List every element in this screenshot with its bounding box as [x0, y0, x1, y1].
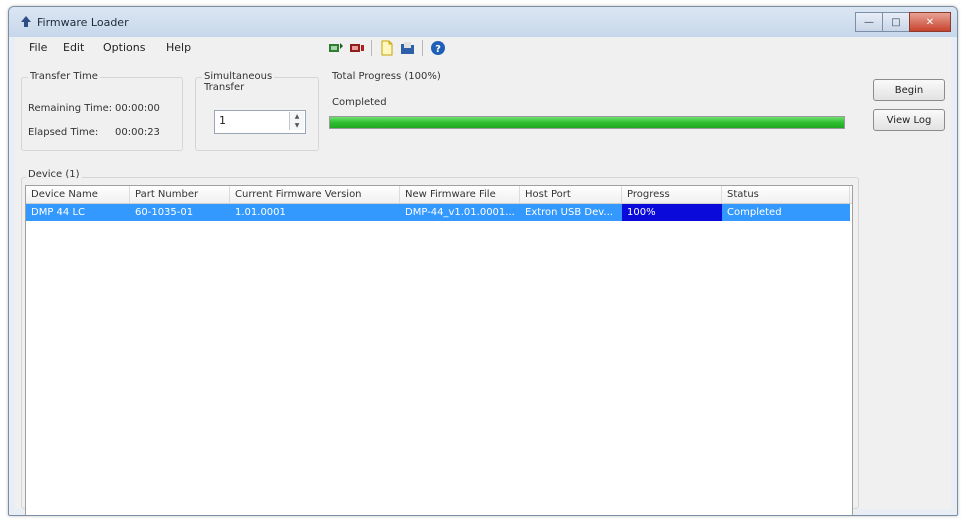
- client-area: File Edit Options Help ? Transfer Time R…: [15, 37, 951, 515]
- remaining-time-value: 00:00:00: [115, 103, 160, 114]
- menu-help[interactable]: Help: [166, 41, 191, 54]
- simultaneous-transfer-title: Simultaneous Transfer: [202, 71, 275, 93]
- toolbar: ?: [327, 38, 446, 58]
- help-icon[interactable]: ?: [429, 40, 446, 57]
- table-row[interactable]: DMP 44 LC 60-1035-01 1.01.0001 DMP-44_v1…: [26, 204, 850, 221]
- maximize-button[interactable]: □: [882, 12, 910, 32]
- view-log-button[interactable]: View Log: [873, 109, 945, 131]
- new-file-icon[interactable]: [378, 40, 395, 57]
- cell-new-file: DMP-44_v1.01.0001...: [405, 207, 515, 218]
- firmware-loader-window: Firmware Loader — □ ✕ File Edit Options …: [8, 6, 958, 516]
- svg-text:?: ?: [435, 44, 441, 55]
- cell-current-version: 1.01.0001: [235, 207, 286, 218]
- menu-edit[interactable]: Edit: [63, 41, 84, 54]
- elapsed-time-label: Elapsed Time:: [28, 127, 99, 138]
- stepper-up-icon[interactable]: ▲: [290, 112, 304, 121]
- simultaneous-transfer-value[interactable]: 1: [219, 114, 226, 127]
- toolbar-separator: [371, 40, 372, 56]
- column-header-device-name[interactable]: Device Name: [26, 186, 130, 203]
- device-list[interactable]: Device Name Part Number Current Firmware…: [25, 185, 853, 515]
- stepper-down-icon[interactable]: ▼: [290, 121, 304, 130]
- cell-progress: 100%: [622, 204, 722, 221]
- close-button[interactable]: ✕: [909, 12, 951, 32]
- open-folder-icon[interactable]: [399, 40, 416, 57]
- cell-device-name: DMP 44 LC: [31, 207, 85, 218]
- simultaneous-title-line2: Transfer: [204, 82, 245, 93]
- column-header-progress[interactable]: Progress: [622, 186, 722, 203]
- minimize-icon: —: [864, 16, 874, 28]
- total-progress-fill: [330, 117, 844, 128]
- connect-device-icon[interactable]: [327, 40, 344, 57]
- toolbar-separator: [422, 40, 423, 56]
- simultaneous-transfer-group: Simultaneous Transfer 1 ▲ ▼: [195, 71, 319, 151]
- remaining-time-label: Remaining Time:: [28, 103, 113, 114]
- column-header-status[interactable]: Status: [722, 186, 850, 203]
- close-icon: ✕: [925, 16, 935, 28]
- disconnect-device-icon[interactable]: [348, 40, 365, 57]
- menu-bar: File Edit Options Help: [15, 37, 951, 59]
- simultaneous-title-line1: Simultaneous: [204, 71, 273, 82]
- column-header-host-port[interactable]: Host Port: [520, 186, 622, 203]
- cell-status: Completed: [727, 207, 782, 218]
- title-bar[interactable]: Firmware Loader — □ ✕: [9, 7, 957, 37]
- total-progress-status: Completed: [332, 97, 387, 108]
- menu-file[interactable]: File: [29, 41, 47, 54]
- menu-options[interactable]: Options: [103, 41, 145, 54]
- maximize-icon: □: [891, 16, 901, 28]
- device-list-header: Device Name Part Number Current Firmware…: [26, 186, 852, 204]
- total-progress-title: Total Progress (100%): [330, 71, 443, 82]
- column-header-new-file[interactable]: New Firmware File: [400, 186, 520, 203]
- transfer-time-group: Transfer Time Remaining Time: 00:00:00 E…: [21, 71, 183, 151]
- cell-part-number: 60-1035-01: [135, 207, 194, 218]
- elapsed-time-value: 00:00:23: [115, 127, 160, 138]
- column-header-part-number[interactable]: Part Number: [130, 186, 230, 203]
- stepper-buttons: ▲ ▼: [289, 112, 304, 130]
- column-header-current-version[interactable]: Current Firmware Version: [230, 186, 400, 203]
- minimize-button[interactable]: —: [855, 12, 883, 32]
- total-progress-bar: [329, 116, 845, 129]
- device-group-title: Device (1): [26, 169, 82, 180]
- window-title: Firmware Loader: [37, 16, 129, 29]
- cell-host-port: Extron USB Dev...: [525, 207, 613, 218]
- app-icon: [21, 16, 31, 27]
- transfer-time-title: Transfer Time: [28, 71, 100, 82]
- simultaneous-transfer-stepper[interactable]: 1 ▲ ▼: [214, 110, 306, 134]
- begin-button[interactable]: Begin: [873, 79, 945, 101]
